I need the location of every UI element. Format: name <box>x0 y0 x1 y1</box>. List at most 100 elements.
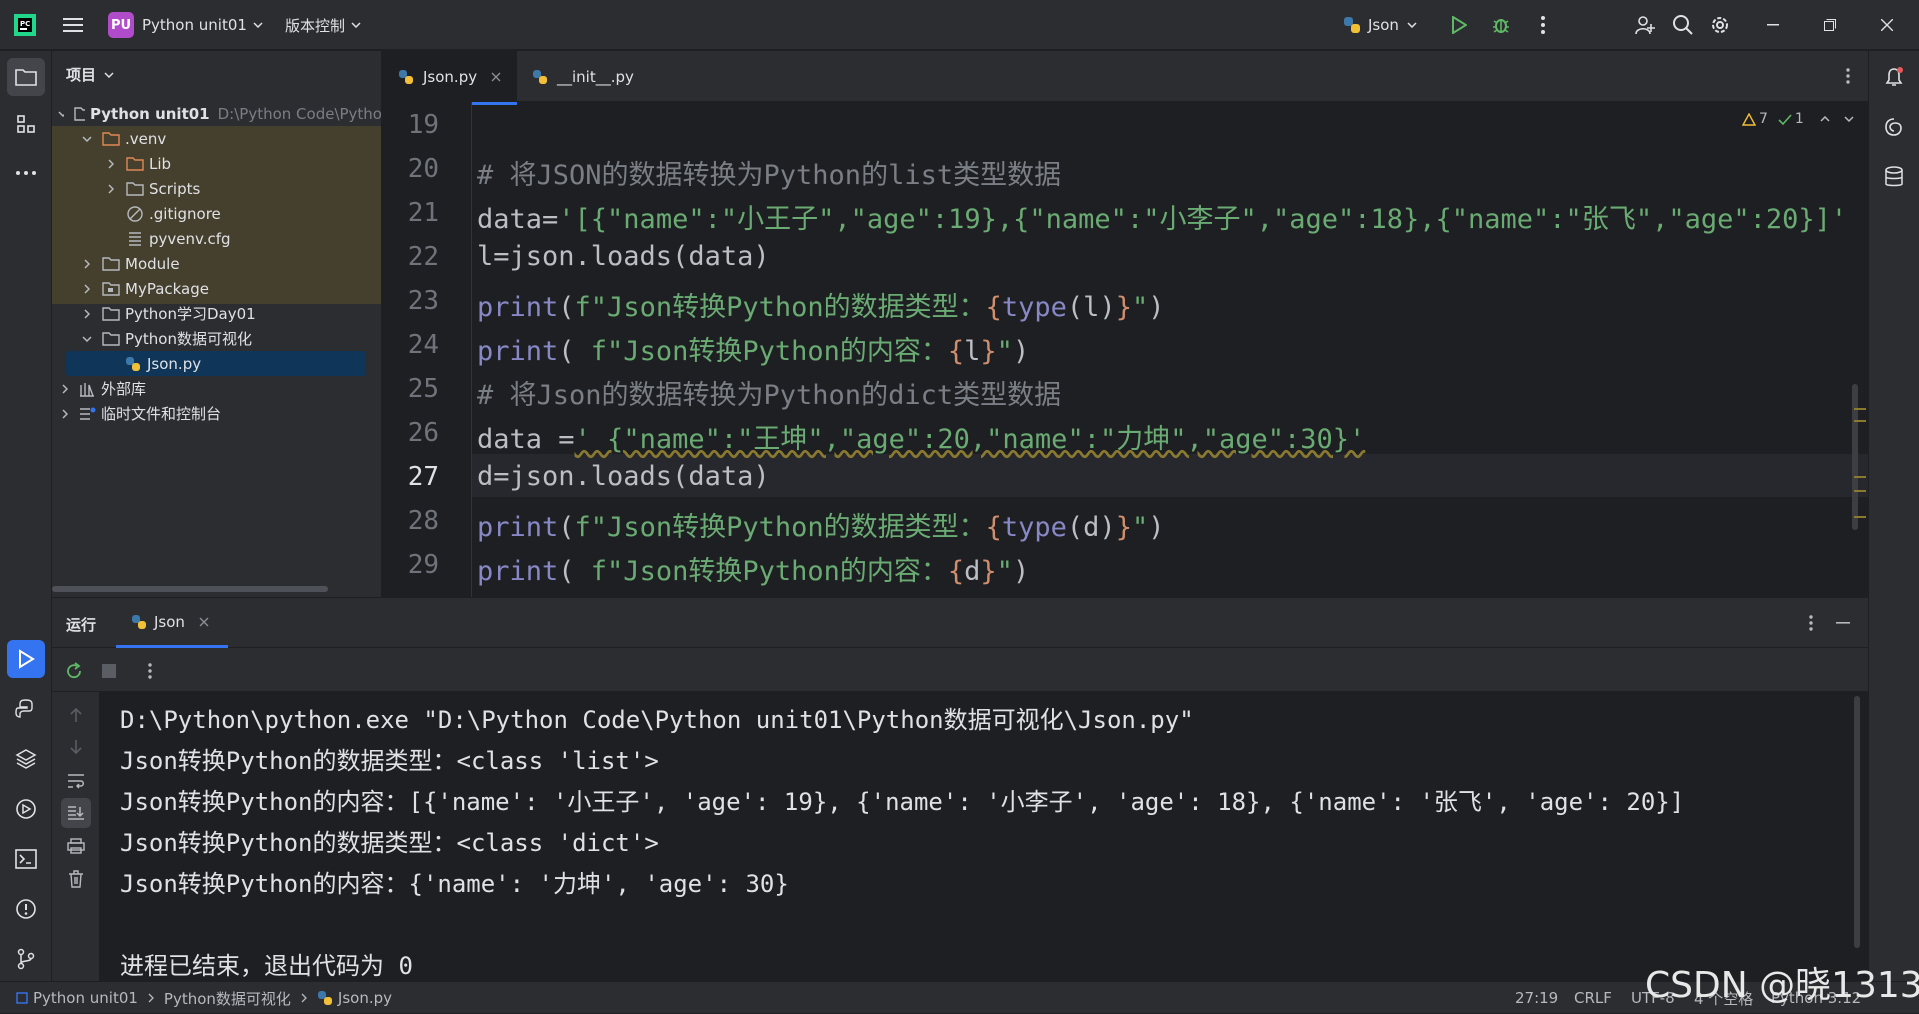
run-config-selector[interactable]: Json <box>1342 10 1417 40</box>
breadcrumb-item[interactable]: Json.py <box>338 989 392 1007</box>
code-line-29[interactable]: print( f"Json转换Python的内容：{d}") <box>477 549 1029 588</box>
tree-item-visualization[interactable]: Python数据可视化 <box>52 326 381 351</box>
project-panel-header[interactable]: 项目 <box>66 64 114 85</box>
more-actions-icon[interactable] <box>1528 10 1558 40</box>
inspection-widget[interactable]: 7 1 <box>1742 108 1854 130</box>
chevron-down-icon[interactable] <box>1844 116 1854 122</box>
tree-item-gitignore[interactable]: .gitignore <box>52 201 381 226</box>
hide-panel-icon[interactable] <box>1828 608 1858 638</box>
run-options-icon[interactable] <box>1796 608 1826 638</box>
code-brace: { <box>947 556 965 587</box>
debug-icon[interactable] <box>1486 10 1516 40</box>
breadcrumb-item[interactable]: Python数据可视化 <box>164 988 291 1009</box>
run-icon[interactable] <box>1444 10 1474 40</box>
code-brace: { <box>947 336 965 367</box>
close-icon[interactable] <box>199 617 209 627</box>
status-bar: Python unit01 Python数据可视化 Json.py 27:19 … <box>0 981 1919 1013</box>
more-run-actions-icon[interactable] <box>136 657 164 685</box>
python-icon <box>1344 17 1360 33</box>
ai-assistant-icon[interactable] <box>1875 108 1913 146</box>
database-icon[interactable] <box>1875 158 1913 196</box>
add-user-icon[interactable] <box>1630 10 1660 40</box>
code-line-24[interactable]: print( f"Json转换Python的内容：{l}") <box>477 329 1029 368</box>
folder-icon <box>102 256 120 271</box>
notifications-icon[interactable] <box>1875 58 1913 96</box>
editor-scrollbar[interactable] <box>1852 384 1858 530</box>
code-line-28[interactable]: print(f"Json转换Python的数据类型：{type(d)}") <box>477 505 1165 544</box>
tree-item-module[interactable]: Module <box>52 251 381 276</box>
stop-icon[interactable] <box>95 657 123 685</box>
tree-item-scratches[interactable]: 临时文件和控制台 <box>52 401 381 426</box>
python-packages-icon[interactable] <box>7 740 45 778</box>
tab-json-py[interactable]: Json.py <box>383 51 517 105</box>
line-separator[interactable]: CRLF <box>1574 982 1612 1014</box>
tab-init-py[interactable]: __init__.py <box>517 51 657 102</box>
code-string: " <box>1131 512 1149 543</box>
horizontal-scrollbar[interactable] <box>52 586 328 592</box>
code-line-22[interactable]: l=json.loads(data) <box>477 241 770 272</box>
code-line-21[interactable]: data='[{"name":"小王子","age":19},{"name":"… <box>477 197 1847 236</box>
scroll-to-end-icon[interactable] <box>61 798 91 828</box>
python-console-icon[interactable] <box>7 690 45 728</box>
tree-item-external-libs[interactable]: 外部库 <box>52 376 381 401</box>
tree-item-scripts[interactable]: Scripts <box>52 176 381 201</box>
chevron-up-icon[interactable] <box>1820 116 1830 122</box>
close-window-icon[interactable] <box>1872 10 1902 40</box>
run-panel-title: 运行 <box>66 616 97 634</box>
minimize-icon[interactable] <box>1758 10 1788 40</box>
tree-item-day01[interactable]: Python学习Day01 <box>52 301 381 326</box>
tab-label: Json.py <box>423 67 478 86</box>
trash-icon[interactable] <box>61 864 91 894</box>
more-tools-icon[interactable] <box>7 154 45 192</box>
code-line-27[interactable]: d=json.loads(data) <box>477 461 770 492</box>
vcs-menu[interactable]: 版本控制 <box>285 10 361 40</box>
arrow-down-icon[interactable] <box>61 732 91 762</box>
python-file-icon <box>533 69 547 84</box>
code-text: (l) <box>1066 292 1116 323</box>
arrow-up-icon[interactable] <box>61 700 91 730</box>
tree-item-pyvenv-cfg[interactable]: pyvenv.cfg <box>52 226 381 251</box>
caret-position[interactable]: 27:19 <box>1515 982 1558 1014</box>
code-line-23[interactable]: print(f"Json转换Python的数据类型：{type(l)}") <box>477 285 1165 324</box>
problems-icon[interactable] <box>7 890 45 928</box>
project-tool-icon[interactable] <box>7 58 45 96</box>
tree-label: pyvenv.cfg <box>149 229 231 248</box>
code-builtin: type <box>1001 292 1067 323</box>
code-text: ( <box>558 336 591 367</box>
chevron-down-icon <box>253 22 263 28</box>
project-switcher[interactable]: PU Python unit01 <box>108 10 263 40</box>
print-icon[interactable] <box>61 831 91 861</box>
python-file-icon <box>317 991 332 1005</box>
console-output[interactable]: D:\Python\python.exe "D:\Python Code\Pyt… <box>100 692 1868 981</box>
code-line-26[interactable]: data =' {"name":"王坤","age":20,"name":"力坤… <box>477 417 1365 456</box>
run-tool-icon[interactable] <box>7 640 45 678</box>
tree-item-venv[interactable]: .venv <box>52 126 381 151</box>
code-text: ( <box>558 292 575 323</box>
tab-options-icon[interactable] <box>1833 61 1863 91</box>
tree-item-lib[interactable]: Lib <box>52 151 381 176</box>
soft-wrap-icon[interactable] <box>61 766 91 796</box>
code-line-20[interactable]: # 将JSON的数据转换为Python的list类型数据 <box>477 153 1061 192</box>
code-builtin: print <box>477 292 559 323</box>
structure-icon[interactable] <box>7 105 45 143</box>
tree-item-json-py[interactable]: Json.py <box>66 351 366 376</box>
tree-item-mypackage[interactable]: MyPackage <box>52 276 381 301</box>
close-icon[interactable] <box>491 72 501 82</box>
run-tab-json[interactable]: Json <box>116 598 228 648</box>
restore-icon[interactable] <box>1815 10 1845 40</box>
rerun-icon[interactable] <box>60 657 88 685</box>
main-menu-icon[interactable] <box>58 10 88 40</box>
breadcrumb-item[interactable]: Python unit01 <box>33 989 138 1007</box>
console-scrollbar[interactable] <box>1854 696 1860 948</box>
tree-root[interactable]: Python unit01 D:\Python Code\Pytho <box>52 101 381 126</box>
search-icon[interactable] <box>1668 10 1698 40</box>
code-string: " <box>996 556 1013 587</box>
pycharm-logo-icon[interactable]: PC <box>10 10 40 40</box>
git-icon[interactable] <box>7 940 45 978</box>
code-brace: } <box>1115 292 1132 323</box>
terminal-icon[interactable] <box>7 840 45 878</box>
services-icon[interactable] <box>7 790 45 828</box>
code-line-25[interactable]: # 将Json的数据转换为Python的dict类型数据 <box>477 373 1061 412</box>
gear-icon[interactable] <box>1705 10 1735 40</box>
chevron-down-icon <box>58 110 65 117</box>
